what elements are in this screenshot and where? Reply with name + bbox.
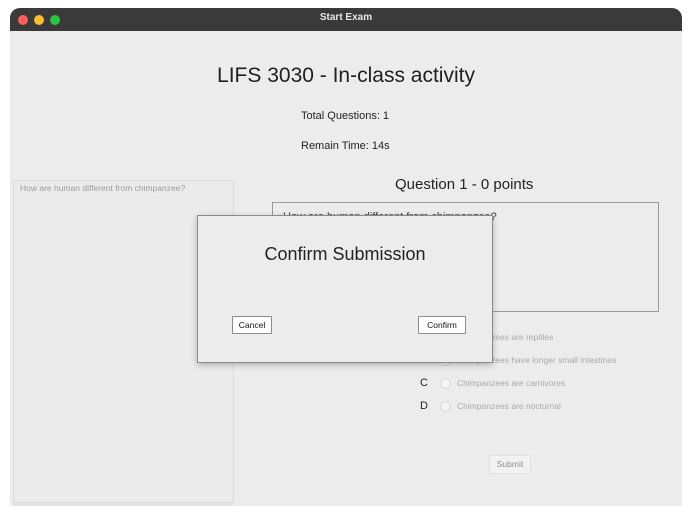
question-list-item[interactable]: How are human different from chimpanzee? [20,183,185,193]
confirm-submission-dialog: Confirm Submission Cancel Confirm [197,215,493,363]
confirm-button[interactable]: Confirm [418,316,466,334]
remain-time-label: Remain Time: 14s [301,140,390,152]
option-label: Chimpanzees are nocturnal [457,401,561,411]
window-title: Start Exam [319,12,373,23]
cancel-button[interactable]: Cancel [232,316,272,334]
question-list-scrollbar[interactable] [13,502,234,506]
option-label: Chimpanzees are carnivores [457,378,566,388]
option-letter: C [420,377,428,389]
dialog-heading: Confirm Submission [264,244,426,264]
option-radio[interactable] [440,378,451,389]
question-heading: Question 1 - 0 points [395,176,534,193]
exam-title: LIFS 3030 - In-class activity [217,64,475,87]
exam-window: Start Exam LIFS 3030 - In-class activity… [10,8,682,506]
total-questions-label: Total Questions: 1 [301,110,390,122]
option-letter: D [420,400,428,412]
option-radio[interactable] [440,401,451,412]
title-bar: Start Exam [10,8,682,31]
submit-button[interactable]: Submit [489,455,531,474]
